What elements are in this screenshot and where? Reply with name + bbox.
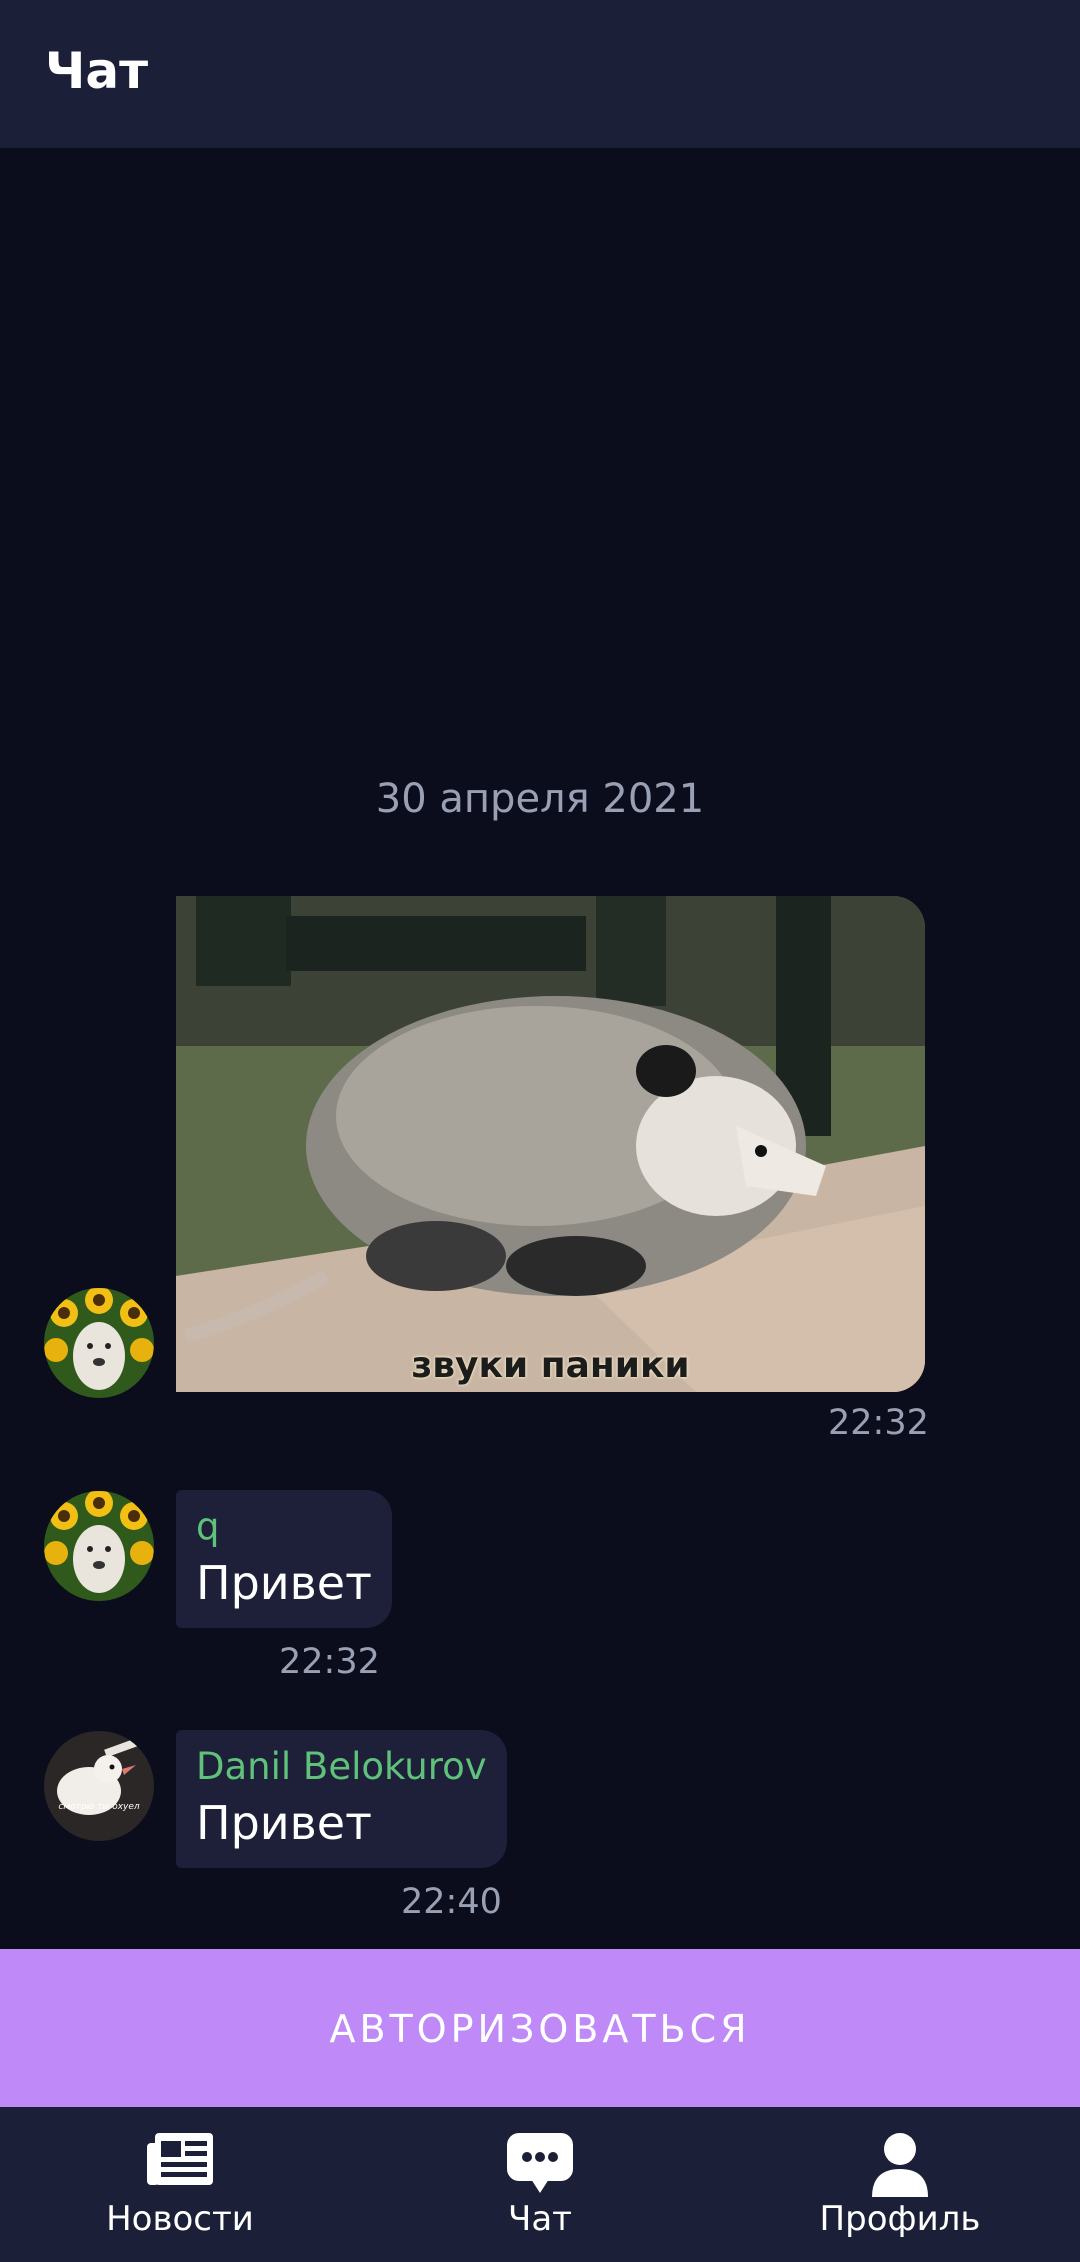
message-bubble[interactable]: Danil Belokurov Привет xyxy=(176,1730,507,1868)
nav-label-news: Новости xyxy=(106,2199,254,2239)
message-text: Привет xyxy=(196,1556,372,1610)
message-time: 22:32 xyxy=(828,1403,929,1443)
sender-name: q xyxy=(196,1505,220,1548)
nav-item-news[interactable]: Новости xyxy=(0,2107,360,2262)
bird-avatar[interactable]: смотрю ты охуел xyxy=(44,1731,154,1841)
dog-sunflowers-avatar[interactable] xyxy=(44,1491,154,1601)
message-time: 22:32 xyxy=(279,1642,380,1682)
dog-sunflowers-avatar[interactable] xyxy=(44,1288,154,1398)
page-title: Чат xyxy=(45,42,149,100)
opossum-photo xyxy=(176,896,925,1392)
message-text: Привет xyxy=(196,1796,372,1850)
bottom-navigation: Новости Чат Профиль xyxy=(0,2107,1080,2262)
date-separator: 30 апреля 2021 xyxy=(375,776,705,822)
nav-label-chat: Чат xyxy=(508,2199,572,2239)
image-caption: звуки паники xyxy=(411,1345,690,1386)
authorize-button[interactable]: АВТОРИЗОВАТЬСЯ xyxy=(0,1949,1080,2107)
chat-message-list[interactable]: 30 апреля 2021 звуки паники 22:32 q Прив… xyxy=(0,148,1080,1948)
sender-name: Danil Belokurov xyxy=(196,1745,487,1788)
person-icon xyxy=(870,2131,930,2201)
newspaper-icon xyxy=(145,2131,215,2191)
image-message[interactable]: звуки паники xyxy=(176,896,925,1392)
message-bubble[interactable]: q Привет xyxy=(176,1490,392,1628)
message-time: 22:40 xyxy=(401,1882,502,1922)
nav-label-profile: Профиль xyxy=(819,2199,981,2239)
chat-bubble-icon xyxy=(505,2131,575,2199)
nav-item-chat[interactable]: Чат xyxy=(360,2107,720,2262)
top-app-bar: Чат xyxy=(0,0,1080,148)
nav-item-profile[interactable]: Профиль xyxy=(720,2107,1080,2262)
svg-text:смотрю ты охуел: смотрю ты охуел xyxy=(58,1802,140,1812)
